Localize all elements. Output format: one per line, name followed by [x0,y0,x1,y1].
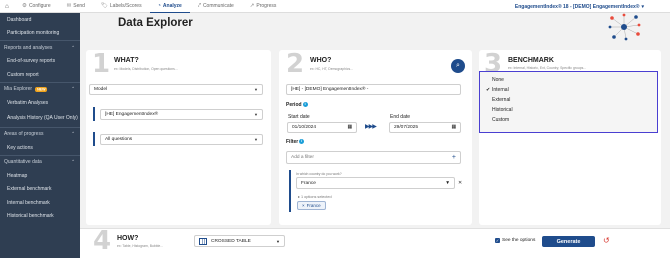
step-number: 1 [92,49,111,79]
home-icon[interactable]: ⌂ [0,3,14,10]
benchmark-dropdown: None ✔ Internal External Historical Custo… [479,71,658,133]
benchmark-option-internal[interactable]: ✔ Internal [480,85,657,95]
what-subtitle: ex: Models, Distribution, Open questions… [114,67,178,71]
gear-icon: ⚙ [22,3,27,9]
start-date-label: Start date [288,114,310,120]
page-title: Data Explorer [118,17,193,29]
nav-labels-scores[interactable]: 🏷 Labels/Scores [93,0,150,13]
how-subtitle: ex: Table, Histogram, Bubble... [117,244,164,248]
benchmark-title: BENCHMARK [508,57,554,64]
generate-button[interactable]: Generate [542,236,595,247]
who-title: WHO? [310,57,332,64]
reset-icon[interactable]: ↺ [603,236,610,245]
arrow-right-icon: ▶▶▶ [365,124,377,130]
project-select[interactable]: [HE] - [DEMO] EngagementIndex® - [286,84,461,95]
caret-down-icon: ▼ [254,137,258,142]
end-date-input[interactable]: 29/07/2025 ▦ [389,122,461,133]
search-button[interactable]: ⌕ [451,59,465,73]
analyze-icon: ◔ [157,2,161,9]
close-icon[interactable]: ✕ [458,180,462,186]
chevron-up-icon: ⌃ [71,159,75,165]
sidebar-item-verbatim[interactable]: Verbatim Analyses [0,96,80,110]
nav-configure[interactable]: ⚙ Configure [14,0,59,13]
sidebar-item-end-of-survey[interactable]: End-of-survey reports [0,55,80,69]
sidebar-item-heatmap[interactable]: Heatmap [0,169,80,183]
sidebar-item-custom-report[interactable]: Custom report [0,68,80,82]
new-badge: NEW [35,86,48,92]
chart-icon: ↗ [249,3,255,9]
share-icon: ⤤ [197,2,201,9]
check-icon: ✔ [486,87,491,93]
indent-bar [289,170,291,212]
chevron-up-icon: ⌃ [71,44,75,50]
close-icon[interactable]: × [302,203,305,208]
filter-condition: In which country do you work? [296,172,342,176]
sidebar-item-historical-benchmark[interactable]: Historical benchmark [0,210,80,224]
tag-icon: 🏷 [100,3,108,9]
see-options-checkbox[interactable]: ✓ See the options [495,238,535,243]
send-icon: ✉ [66,3,72,9]
survey-select[interactable]: [HE] EngagementIndex® ▼ [100,109,263,120]
sidebar-item-participation[interactable]: Participation monitoring [0,27,80,41]
benchmark-option-custom[interactable]: Custom [480,115,657,125]
caret-down-icon: ▼ [254,112,258,117]
how-title: HOW? [117,235,139,242]
chevron-up-icon: ⌃ [71,131,75,137]
brand-logo [608,13,641,41]
search-icon: ⌕ [456,62,460,69]
period-label: Period i [286,102,308,108]
sidebar-section-mia[interactable]: Mia Explorer NEW ⌃ [0,83,80,97]
indent-bar [93,107,95,121]
benchmark-option-none[interactable]: None [480,75,657,85]
plus-icon[interactable]: + [452,154,456,161]
country-select[interactable]: France ▼ [296,177,455,189]
benchmark-option-historical[interactable]: Historical [480,105,657,115]
filter-chip[interactable]: × France [297,201,326,210]
view-select[interactable]: CROSSED TABLE ▼ [194,235,285,247]
info-icon[interactable]: i [299,139,305,144]
caret-down-icon: ▼ [254,87,258,92]
chevron-up-icon: ⌃ [71,86,75,92]
step-number: 4 [93,226,112,256]
caret-down-icon: ▼ [276,238,280,244]
sidebar-item-analysis-history[interactable]: Analysis History (QA User Only) [0,110,80,127]
end-date-label: End date [390,114,411,120]
sidebar-section-progress[interactable]: Areas of progress ⌃ [0,128,80,142]
questions-select[interactable]: All questions ▼ [100,134,263,145]
nav-communicate[interactable]: ⤤ Communicate [190,0,242,13]
chevron-down-icon: ▾ [641,3,644,10]
what-title: WHAT? [114,57,139,64]
nav-progress[interactable]: ↗ Progress [242,0,285,13]
benchmark-subtitle: ex: Internal, Historic, Ext, Country, Sp… [508,66,587,70]
who-subtitle: ex: HC, HT, Demographics... [310,67,353,71]
filter-label: Filter i [286,139,305,145]
sidebar-section-reports[interactable]: Reports and analyses ⌃ [0,41,80,55]
check-icon: ✓ [495,238,500,243]
sidebar-item-key-actions[interactable]: Key actions [0,141,80,155]
nav-analyze[interactable]: ◔ Analyze [149,0,190,13]
start-date-input[interactable]: 01/10/2024 ▦ [287,122,357,133]
sidebar-item-external-benchmark[interactable]: External benchmark [0,183,80,197]
sidebar: Dashboard Participation monitoring Repor… [0,13,80,258]
nav-send[interactable]: ✉ Send [59,0,93,13]
calendar-icon[interactable]: ▦ [347,125,352,130]
caret-down-icon: ▼ [445,180,450,186]
info-icon[interactable]: i [302,102,308,107]
table-icon [199,237,207,245]
top-nav: ⌂ ⚙ Configure ✉ Send 🏷 Labels/Scores ◔ Analy… [0,0,670,13]
indent-bar [93,132,95,146]
sidebar-item-dashboard[interactable]: Dashboard [0,13,80,27]
sidebar-item-internal-benchmark[interactable]: Internal benchmark [0,196,80,210]
step-number: 2 [286,49,305,79]
options-selected: ▸ 1 options selected [298,195,332,199]
sidebar-section-quantitative[interactable]: Quantitative data ⌃ [0,156,80,170]
benchmark-option-external[interactable]: External [480,95,657,105]
add-filter-input[interactable]: Add a filter + [286,151,461,164]
calendar-icon[interactable]: ▦ [451,125,456,130]
model-select[interactable]: Model ▼ [89,84,263,95]
